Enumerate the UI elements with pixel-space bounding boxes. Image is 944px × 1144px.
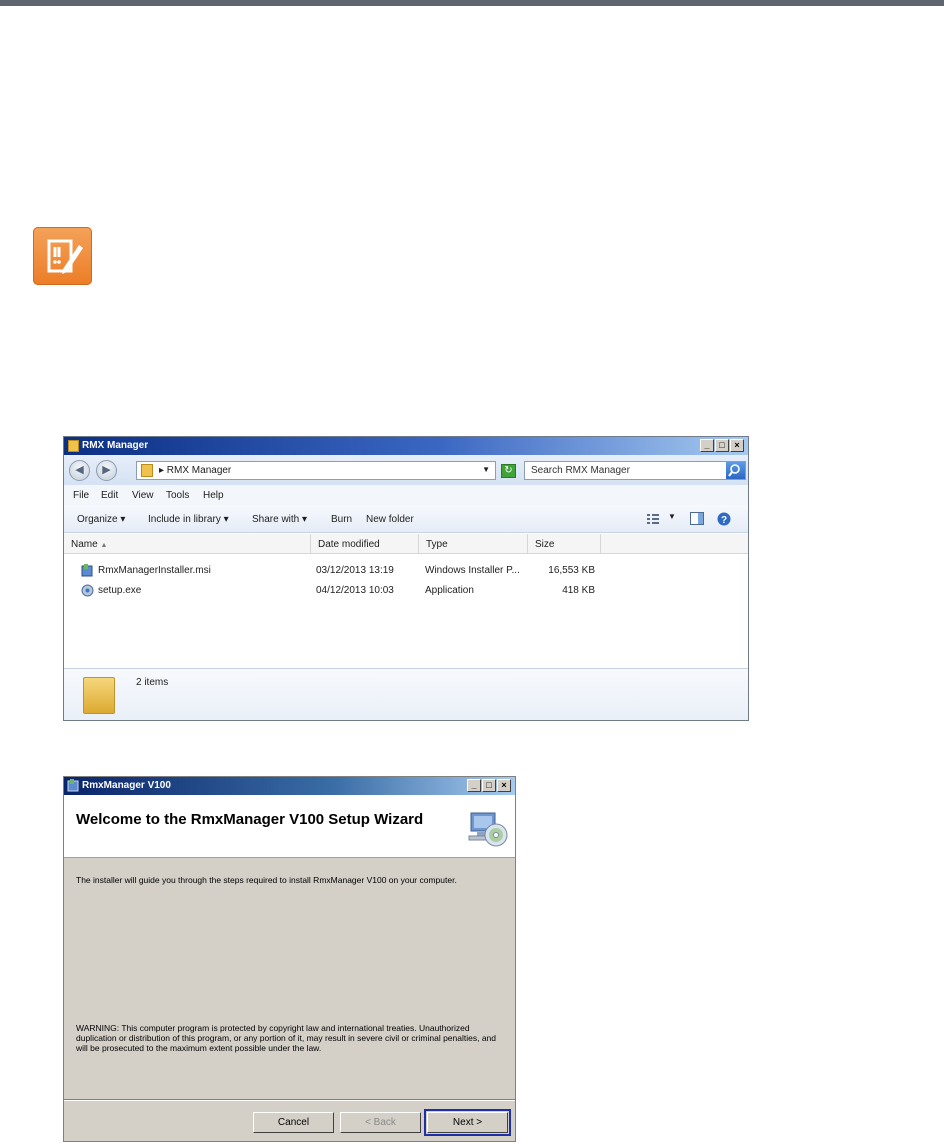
- minimize-button[interactable]: _: [700, 439, 714, 452]
- menu-edit[interactable]: Edit: [101, 490, 118, 501]
- chevron-down-icon[interactable]: ▼: [482, 465, 490, 474]
- share-with-button[interactable]: Share with ▾: [252, 514, 307, 525]
- wizard-title: RmxManager V100: [82, 780, 171, 791]
- burn-button[interactable]: Burn: [331, 514, 352, 525]
- maximize-button[interactable]: □: [715, 439, 729, 452]
- help-icon[interactable]: ?: [717, 512, 731, 526]
- file-date: 03/12/2013 13:19: [316, 565, 394, 576]
- cancel-button[interactable]: Cancel: [253, 1112, 334, 1133]
- close-button[interactable]: ×: [730, 439, 744, 452]
- search-input[interactable]: Search RMX Manager: [524, 461, 746, 480]
- menu-file[interactable]: File: [73, 490, 89, 501]
- computer-cd-icon: [467, 807, 509, 849]
- address-bar[interactable]: ▸ RMX Manager ▼: [136, 461, 496, 480]
- column-date-label: Date modified: [318, 539, 380, 550]
- column-date-modified[interactable]: Date modified: [311, 534, 419, 554]
- address-path: ▸ RMX Manager: [159, 465, 232, 476]
- setup-wizard-window: RmxManager V100 _ □ × Welcome to the Rmx…: [63, 776, 516, 1142]
- refresh-icon[interactable]: ↻: [501, 464, 516, 478]
- file-type: Windows Installer P...: [425, 565, 520, 576]
- column-size-label: Size: [535, 539, 555, 550]
- wizard-warning-text: WARNING: This computer program is protec…: [76, 1023, 496, 1053]
- column-name[interactable]: Name ▲: [64, 534, 311, 554]
- search-placeholder: Search RMX Manager: [531, 465, 630, 476]
- wizard-header: Welcome to the RmxManager V100 Setup Wiz…: [64, 795, 515, 858]
- column-type-label: Type: [426, 539, 448, 550]
- organize-button[interactable]: Organize ▾: [77, 514, 125, 525]
- folder-icon: [68, 440, 79, 452]
- maximize-button[interactable]: □: [482, 779, 496, 792]
- back-button[interactable]: < Back: [340, 1112, 421, 1133]
- wizard-title-bar[interactable]: RmxManager V100 _ □ ×: [64, 777, 515, 795]
- sort-up-icon: ▲: [100, 542, 108, 549]
- back-arrow-icon[interactable]: ◀: [69, 460, 90, 481]
- setup-icon: [81, 584, 94, 597]
- menu-bar: File Edit View Tools Help: [64, 485, 748, 505]
- address-bar-area: ◀ ▶ ▸ RMX Manager ▼ ↻ Search RMX Manager: [64, 455, 748, 485]
- column-name-label: Name: [71, 539, 98, 550]
- item-count: 2 items: [136, 677, 169, 688]
- file-size: 418 KB: [562, 585, 595, 596]
- menu-help[interactable]: Help: [203, 490, 224, 501]
- close-button[interactable]: ×: [497, 779, 511, 792]
- installer-icon: [67, 779, 80, 792]
- installer-icon: [81, 564, 94, 577]
- file-row[interactable]: setup.exe 04/12/2013 10:03 Application 4…: [64, 584, 748, 598]
- view-options-icon[interactable]: [646, 512, 660, 525]
- menu-view[interactable]: View: [132, 490, 154, 501]
- forward-arrow-icon[interactable]: ▶: [96, 460, 117, 481]
- preview-pane-icon[interactable]: [690, 512, 704, 525]
- minimize-button[interactable]: _: [467, 779, 481, 792]
- include-in-library-button[interactable]: Include in library ▾: [148, 514, 229, 525]
- file-name: RmxManagerInstaller.msi: [98, 565, 211, 576]
- top-border: [0, 0, 944, 6]
- file-type: Application: [425, 585, 474, 596]
- wizard-heading: Welcome to the RmxManager V100 Setup Wiz…: [76, 811, 424, 828]
- chevron-down-icon[interactable]: ▼: [668, 512, 682, 525]
- file-name: setup.exe: [98, 585, 142, 596]
- wizard-intro-text: The installer will guide you through the…: [76, 875, 457, 885]
- explorer-title: RMX Manager: [82, 440, 149, 451]
- search-icon[interactable]: [726, 462, 745, 479]
- column-type[interactable]: Type: [419, 534, 528, 554]
- details-pane: 2 items: [64, 668, 748, 720]
- explorer-title-bar[interactable]: RMX Manager _ □ ×: [64, 437, 748, 455]
- file-size: 16,553 KB: [548, 565, 595, 576]
- command-bar: Organize ▾ Include in library ▾ Share wi…: [64, 505, 748, 533]
- column-size[interactable]: Size: [528, 534, 601, 554]
- file-date: 04/12/2013 10:03: [316, 585, 394, 596]
- file-row[interactable]: RmxManagerInstaller.msi 03/12/2013 13:19…: [64, 564, 748, 578]
- folder-icon: [83, 677, 115, 714]
- folder-icon: [141, 464, 153, 477]
- explorer-window: RMX Manager _ □ × ◀ ▶ ▸ RMX Manager ▼ ↻ …: [63, 436, 749, 721]
- next-button[interactable]: Next >: [424, 1109, 511, 1136]
- menu-tools[interactable]: Tools: [166, 490, 189, 501]
- divider: [64, 1099, 515, 1101]
- svg-text:?: ?: [721, 515, 727, 526]
- new-folder-button[interactable]: New folder: [366, 514, 414, 525]
- column-headers: Name ▲ Date modified Type Size: [64, 534, 748, 554]
- note-icon: [33, 227, 92, 285]
